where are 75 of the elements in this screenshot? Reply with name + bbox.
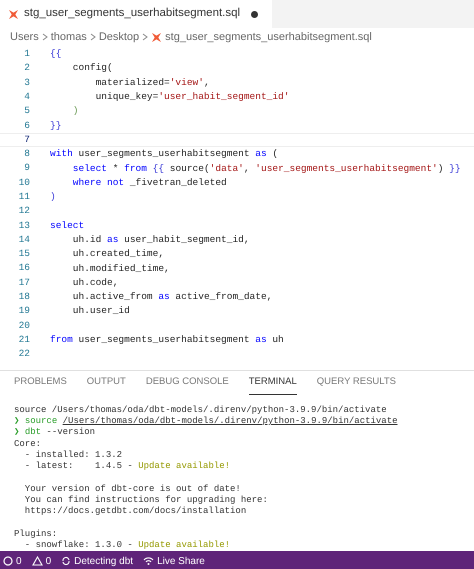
status-item[interactable]: Live Share (143, 554, 205, 569)
line-number: 1 (23, 47, 30, 62)
share-icon (143, 556, 154, 566)
code-line: uh.user_id (72, 304, 130, 318)
line-number: 19 (18, 304, 30, 318)
breadcrumb-item[interactable]: stg_user_segments_userhabitsegment.sql (165, 28, 372, 46)
terminal-line: Core: (14, 438, 42, 450)
line-number: 2 (23, 61, 30, 76)
status-item[interactable]: 0 (32, 554, 52, 569)
line-number: 15 (18, 247, 30, 262)
breadcrumb-item[interactable]: Desktop (98, 28, 140, 46)
line-number: 4 (23, 90, 30, 104)
status-item[interactable]: 0 (3, 554, 22, 569)
tab-title: stg_user_segments_userhabitsegment.sql (24, 6, 240, 22)
warning-icon (32, 556, 43, 566)
panel-tab[interactable]: TERMINAL (248, 375, 297, 395)
terminal-line: https://docs.getdbt.com/docs/installation (24, 506, 246, 518)
terminal-line: You can find instructions for upgrading here: (24, 495, 268, 506)
code-line: ) (72, 104, 79, 118)
error-icon (3, 556, 13, 566)
sync-icon (61, 556, 72, 566)
code-line: uh.modified_time, (72, 262, 170, 276)
terminal-line: - latest: 1.4.5 - Update available! (24, 461, 230, 472)
line-number: 21 (18, 332, 30, 347)
line-number: 17 (18, 276, 30, 290)
code-line: uh.code, (72, 276, 118, 290)
code-line: uh.created_time, (72, 247, 164, 262)
code-line: ) (50, 190, 56, 204)
line-number: 5 (23, 104, 30, 118)
dbt-logo-icon (151, 32, 162, 42)
code-line: with user_segments_userhabitsegment as ( (50, 147, 278, 162)
code-line: select * from {{ source('data', 'user_segments_userhabitsegment') }} (72, 162, 461, 176)
line-number: 13 (18, 218, 30, 233)
code-line: config( (72, 61, 113, 76)
line-number: 10 (18, 176, 30, 190)
terminal-line: source /Users/thomas/oda/dbt-models/.direnv/python-3.9.9/bin/activate (14, 404, 387, 416)
code-line: unique_key='user_habit_segment_id' (94, 90, 290, 104)
panel-tab[interactable]: DEBUG CONSOLE (146, 375, 229, 395)
chevron-icon (90, 33, 96, 41)
code-line: select (50, 218, 84, 233)
chevron-icon (142, 33, 148, 41)
terminal-line: Plugins: (14, 528, 58, 540)
code-line: }} (50, 118, 62, 133)
code-line: where not _fivetran_deleted (72, 176, 227, 190)
line-number: 9 (23, 161, 30, 176)
breadcrumb-item[interactable]: Users (10, 28, 39, 46)
terminal-line: Your version of dbt-core is out of date! (24, 484, 241, 495)
code-line: from user_segments_userhabitsegment as uh (50, 333, 284, 348)
line-number: 6 (23, 118, 30, 132)
status-item[interactable]: Detecting dbt (61, 554, 134, 569)
panel-tab[interactable]: QUERY RESULTS (316, 375, 396, 395)
panel-tab[interactable]: PROBLEMS (14, 375, 67, 395)
code-line: uh.active_from as active_from_date, (72, 290, 272, 304)
line-number: 3 (23, 76, 30, 90)
chevron-icon (42, 33, 48, 41)
line-number: 16 (18, 261, 30, 276)
line-number: 22 (18, 347, 30, 362)
line-number: 14 (18, 232, 30, 247)
terminal-line: - snowflake: 1.3.0 - Update available! (24, 540, 230, 552)
line-number: 11 (18, 190, 30, 204)
code-line: uh.id as user_habit_segment_id, (72, 233, 250, 247)
breadcrumb-item[interactable]: thomas (50, 28, 87, 46)
line-number: 7 (23, 132, 30, 147)
line-number: 12 (18, 204, 30, 218)
line-number: 18 (18, 290, 30, 304)
panel-tab[interactable]: OUTPUT (86, 375, 126, 395)
terminal-line: - installed: 1.3.2 (24, 450, 122, 461)
editor-tab[interactable]: stg_user_segments_userhabitsegment.sql (0, 0, 272, 28)
terminal-line: ❯ source /Users/thomas/oda/dbt-models/.direnv/python-3.9.9/bin/activate (14, 416, 398, 427)
line-number: 20 (18, 318, 30, 333)
terminal-line: ❯ dbt --version (14, 427, 96, 438)
line-number: 8 (23, 147, 30, 162)
code-line: materialized='view', (94, 76, 210, 90)
code-line: {{ (50, 47, 62, 62)
dbt-logo-icon (8, 8, 19, 20)
